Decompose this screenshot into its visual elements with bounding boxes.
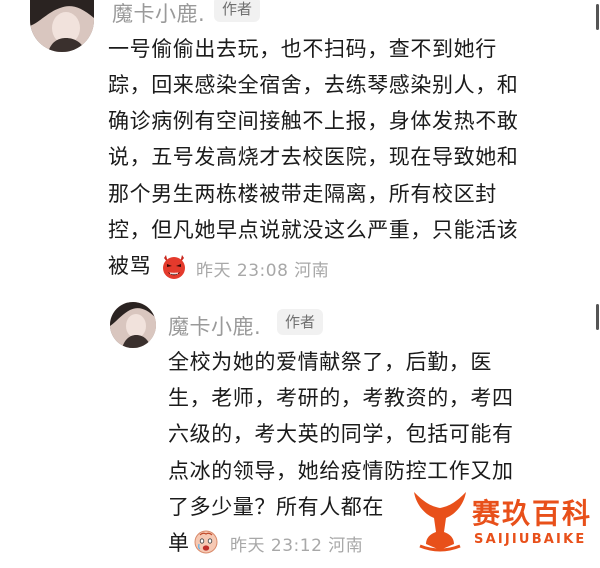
comment-text-line: 被骂 — [108, 254, 152, 278]
watermark-subtitle: SAIJIUBAIKE — [474, 532, 587, 547]
comment-meta: 昨天 23:08 河南 — [196, 261, 330, 281]
watermark: 赛玖百科 SAIJIUBAIKE — [410, 488, 595, 558]
author-name[interactable]: 魔卡小鹿. — [112, 0, 205, 28]
comment-text-line: 控，但凡她早点说就没这么严重，只能活该 — [108, 218, 519, 242]
reply-text-line: 点冰的领导，她给疫情防控工作又加 — [168, 459, 514, 483]
comment-text-line: 那个男生两栋楼被带走隔离，所有校区封 — [108, 182, 497, 206]
reply-author-badge: 作者 — [277, 309, 324, 335]
comment-text-line: 踪，回来感染全宿舍，去练琴感染别人，和 — [108, 73, 519, 97]
reply-text-line: 生，老师，考研的，考教资的，考四 — [168, 386, 514, 410]
watermark-logo-icon — [410, 488, 470, 554]
scroll-indicator — [596, 4, 599, 30]
comment-text-line: 确诊病例有空间接触不上报，身体发热不敢 — [108, 109, 519, 133]
reply-author-name[interactable]: 魔卡小鹿. — [168, 311, 261, 341]
scroll-indicator — [596, 304, 599, 330]
reply-text-line: 六级的，考大英的同学，包括可能有 — [168, 422, 514, 446]
reply-text-line: 单 — [168, 531, 190, 555]
author-avatar[interactable] — [30, 0, 94, 52]
crying-face-emoji — [192, 527, 220, 555]
comment-text-line: 一号偷偷出去玩，也不扫码，查不到她行 — [108, 37, 497, 61]
comment-text-line: 说，五号发高烧才去校医院，现在导致她和 — [108, 145, 519, 169]
reply-text-line: 全校为她的爱情献祭了，后勤，医 — [168, 350, 492, 374]
angry-devil-emoji — [160, 252, 188, 280]
reply-meta: 昨天 23:12 河南 — [230, 536, 364, 556]
reply-author-avatar[interactable] — [110, 302, 156, 348]
author-badge: 作者 — [214, 0, 261, 22]
watermark-title: 赛玖百科 — [472, 497, 593, 530]
reply-text-line: 了多少量？所有人都在 — [168, 495, 384, 519]
